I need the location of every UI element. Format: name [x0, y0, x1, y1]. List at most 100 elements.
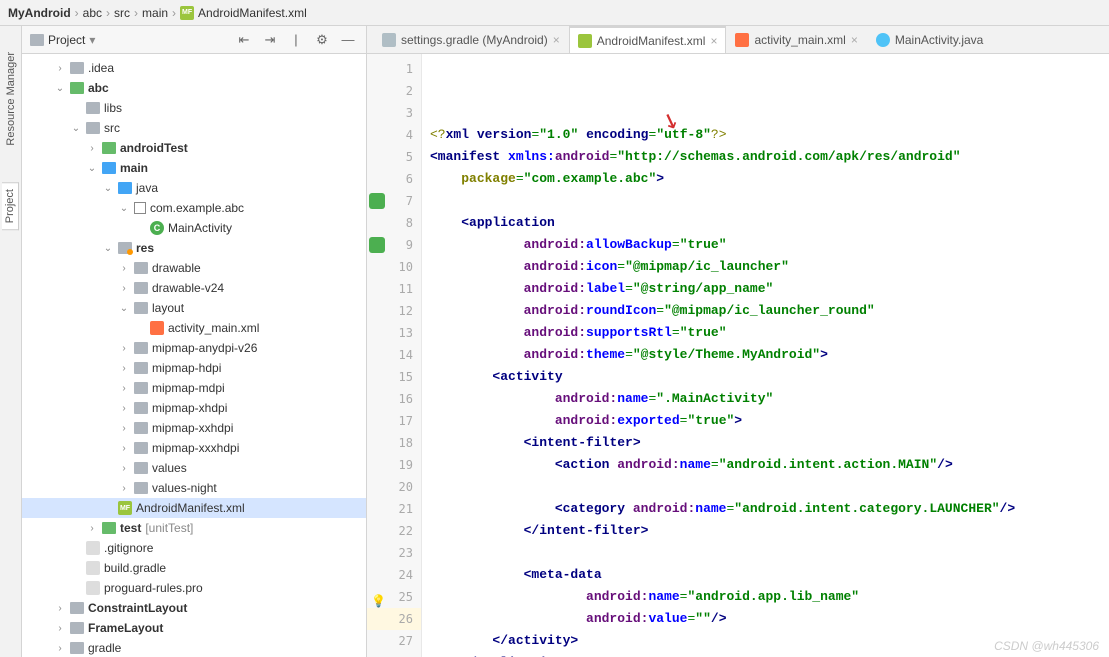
- code-line[interactable]: <category android:name="android.intent.c…: [430, 498, 1101, 520]
- tree-item[interactable]: ›mipmap-mdpi: [22, 378, 366, 398]
- gutter[interactable]: 1234567891011121314151617181920212223242…: [367, 54, 422, 657]
- line-number[interactable]: 26: [367, 608, 421, 630]
- code-line[interactable]: android:exported="true">: [430, 410, 1101, 432]
- code-line[interactable]: android:icon="@mipmap/ic_launcher": [430, 256, 1101, 278]
- tree-item[interactable]: ›drawable: [22, 258, 366, 278]
- tree-item[interactable]: ›mipmap-anydpi-v26: [22, 338, 366, 358]
- tree-twisty-icon[interactable]: ⌄: [102, 183, 114, 194]
- tree-twisty-icon[interactable]: ›: [54, 603, 66, 614]
- code-line[interactable]: <intent-filter>: [430, 432, 1101, 454]
- tree-item[interactable]: proguard-rules.pro: [22, 578, 366, 598]
- tree-twisty-icon[interactable]: ›: [118, 403, 130, 414]
- tree-twisty-icon[interactable]: ›: [86, 523, 98, 534]
- close-icon[interactable]: ×: [851, 33, 858, 47]
- line-number[interactable]: 4: [367, 124, 421, 146]
- code-line[interactable]: android:label="@string/app_name": [430, 278, 1101, 300]
- line-number[interactable]: 7: [367, 190, 421, 212]
- tree-twisty-icon[interactable]: ⌄: [118, 303, 130, 314]
- code-line[interactable]: android:allowBackup="true": [430, 234, 1101, 256]
- tree-twisty-icon[interactable]: ›: [86, 143, 98, 154]
- line-number[interactable]: 9: [367, 234, 421, 256]
- line-number[interactable]: 27: [367, 630, 421, 652]
- line-number[interactable]: 10: [367, 256, 421, 278]
- line-number[interactable]: 25💡: [367, 586, 421, 608]
- tree-item[interactable]: ›values-night: [22, 478, 366, 498]
- tree-twisty-icon[interactable]: ›: [54, 623, 66, 634]
- tree-item[interactable]: build.gradle: [22, 558, 366, 578]
- code-line[interactable]: android:supportsRtl="true": [430, 322, 1101, 344]
- tree-item[interactable]: ⌄abc: [22, 78, 366, 98]
- tree-item[interactable]: ›ConstraintLayout: [22, 598, 366, 618]
- tree-item[interactable]: ›mipmap-hdpi: [22, 358, 366, 378]
- tree-item[interactable]: activity_main.xml: [22, 318, 366, 338]
- expand-all-icon[interactable]: ⇥: [260, 30, 280, 50]
- editor-tab[interactable]: MainActivity.java: [867, 26, 992, 53]
- tree-item[interactable]: ›FrameLayout: [22, 618, 366, 638]
- tree-twisty-icon[interactable]: ›: [54, 643, 66, 654]
- tree-item[interactable]: ›test [unitTest]: [22, 518, 366, 538]
- close-icon[interactable]: ×: [553, 33, 560, 47]
- collapse-all-icon[interactable]: ⇤: [234, 30, 254, 50]
- code-line[interactable]: android:value=""/>: [430, 608, 1101, 630]
- line-number[interactable]: 6: [367, 168, 421, 190]
- tree-item[interactable]: libs: [22, 98, 366, 118]
- tree-item[interactable]: ›mipmap-xxhdpi: [22, 418, 366, 438]
- line-number[interactable]: 11: [367, 278, 421, 300]
- tree-item[interactable]: ›values: [22, 458, 366, 478]
- close-icon[interactable]: ×: [710, 34, 717, 48]
- breadcrumb-item[interactable]: MyAndroid: [8, 6, 71, 20]
- code-line[interactable]: <application: [430, 212, 1101, 234]
- line-number[interactable]: 22: [367, 520, 421, 542]
- code-line[interactable]: </intent-filter>: [430, 520, 1101, 542]
- line-number[interactable]: 2: [367, 80, 421, 102]
- tree-item[interactable]: CMainActivity: [22, 218, 366, 238]
- line-number[interactable]: 12: [367, 300, 421, 322]
- line-number[interactable]: 14: [367, 344, 421, 366]
- tab-project[interactable]: Project: [2, 182, 19, 230]
- line-number[interactable]: 15: [367, 366, 421, 388]
- tree-item[interactable]: ⌄java: [22, 178, 366, 198]
- code-line[interactable]: <?xml version="1.0" encoding="utf-8"?>: [430, 124, 1101, 146]
- code-line[interactable]: <activity: [430, 366, 1101, 388]
- tree-item[interactable]: ›mipmap-xxxhdpi: [22, 438, 366, 458]
- line-number[interactable]: 21: [367, 498, 421, 520]
- line-number[interactable]: 8: [367, 212, 421, 234]
- code-line[interactable]: android:name="android.app.lib_name": [430, 586, 1101, 608]
- tree-item[interactable]: ›drawable-v24: [22, 278, 366, 298]
- code-line[interactable]: package="com.example.abc">: [430, 168, 1101, 190]
- tree-twisty-icon[interactable]: ⌄: [118, 203, 130, 214]
- line-number[interactable]: 16: [367, 388, 421, 410]
- tree-twisty-icon[interactable]: ›: [54, 63, 66, 74]
- line-number[interactable]: 19: [367, 454, 421, 476]
- line-number[interactable]: 3: [367, 102, 421, 124]
- breadcrumb-item[interactable]: src: [114, 6, 130, 20]
- editor-tab[interactable]: activity_main.xml×: [726, 26, 866, 53]
- tree-twisty-icon[interactable]: ›: [118, 383, 130, 394]
- tree-twisty-icon[interactable]: ⌄: [54, 83, 66, 94]
- code-line[interactable]: <manifest xmlns:android="http://schemas.…: [430, 146, 1101, 168]
- tree-twisty-icon[interactable]: ›: [118, 283, 130, 294]
- line-number[interactable]: 20: [367, 476, 421, 498]
- tree-twisty-icon[interactable]: ›: [118, 263, 130, 274]
- code-line[interactable]: android:theme="@style/Theme.MyAndroid">: [430, 344, 1101, 366]
- gear-icon[interactable]: ⚙: [312, 30, 332, 50]
- editor-tab[interactable]: AndroidManifest.xml×: [569, 26, 727, 53]
- code-line[interactable]: [430, 190, 1101, 212]
- breadcrumb-item[interactable]: abc: [83, 6, 102, 20]
- tree-twisty-icon[interactable]: ›: [118, 423, 130, 434]
- line-number[interactable]: 23: [367, 542, 421, 564]
- gutter-icon[interactable]: [369, 237, 385, 253]
- line-number[interactable]: 24: [367, 564, 421, 586]
- code-line[interactable]: [430, 476, 1101, 498]
- tree-item[interactable]: ⌄com.example.abc: [22, 198, 366, 218]
- code-line[interactable]: [430, 542, 1101, 564]
- panel-title[interactable]: Project: [48, 33, 85, 47]
- tree-twisty-icon[interactable]: ›: [118, 463, 130, 474]
- line-number[interactable]: 1: [367, 58, 421, 80]
- code-line[interactable]: android:name=".MainActivity": [430, 388, 1101, 410]
- editor-tab[interactable]: settings.gradle (MyAndroid)×: [373, 26, 569, 53]
- tree-twisty-icon[interactable]: ⌄: [70, 123, 82, 134]
- gutter-icon[interactable]: [369, 193, 385, 209]
- tree-item[interactable]: ›mipmap-xhdpi: [22, 398, 366, 418]
- tree-twisty-icon[interactable]: ›: [118, 443, 130, 454]
